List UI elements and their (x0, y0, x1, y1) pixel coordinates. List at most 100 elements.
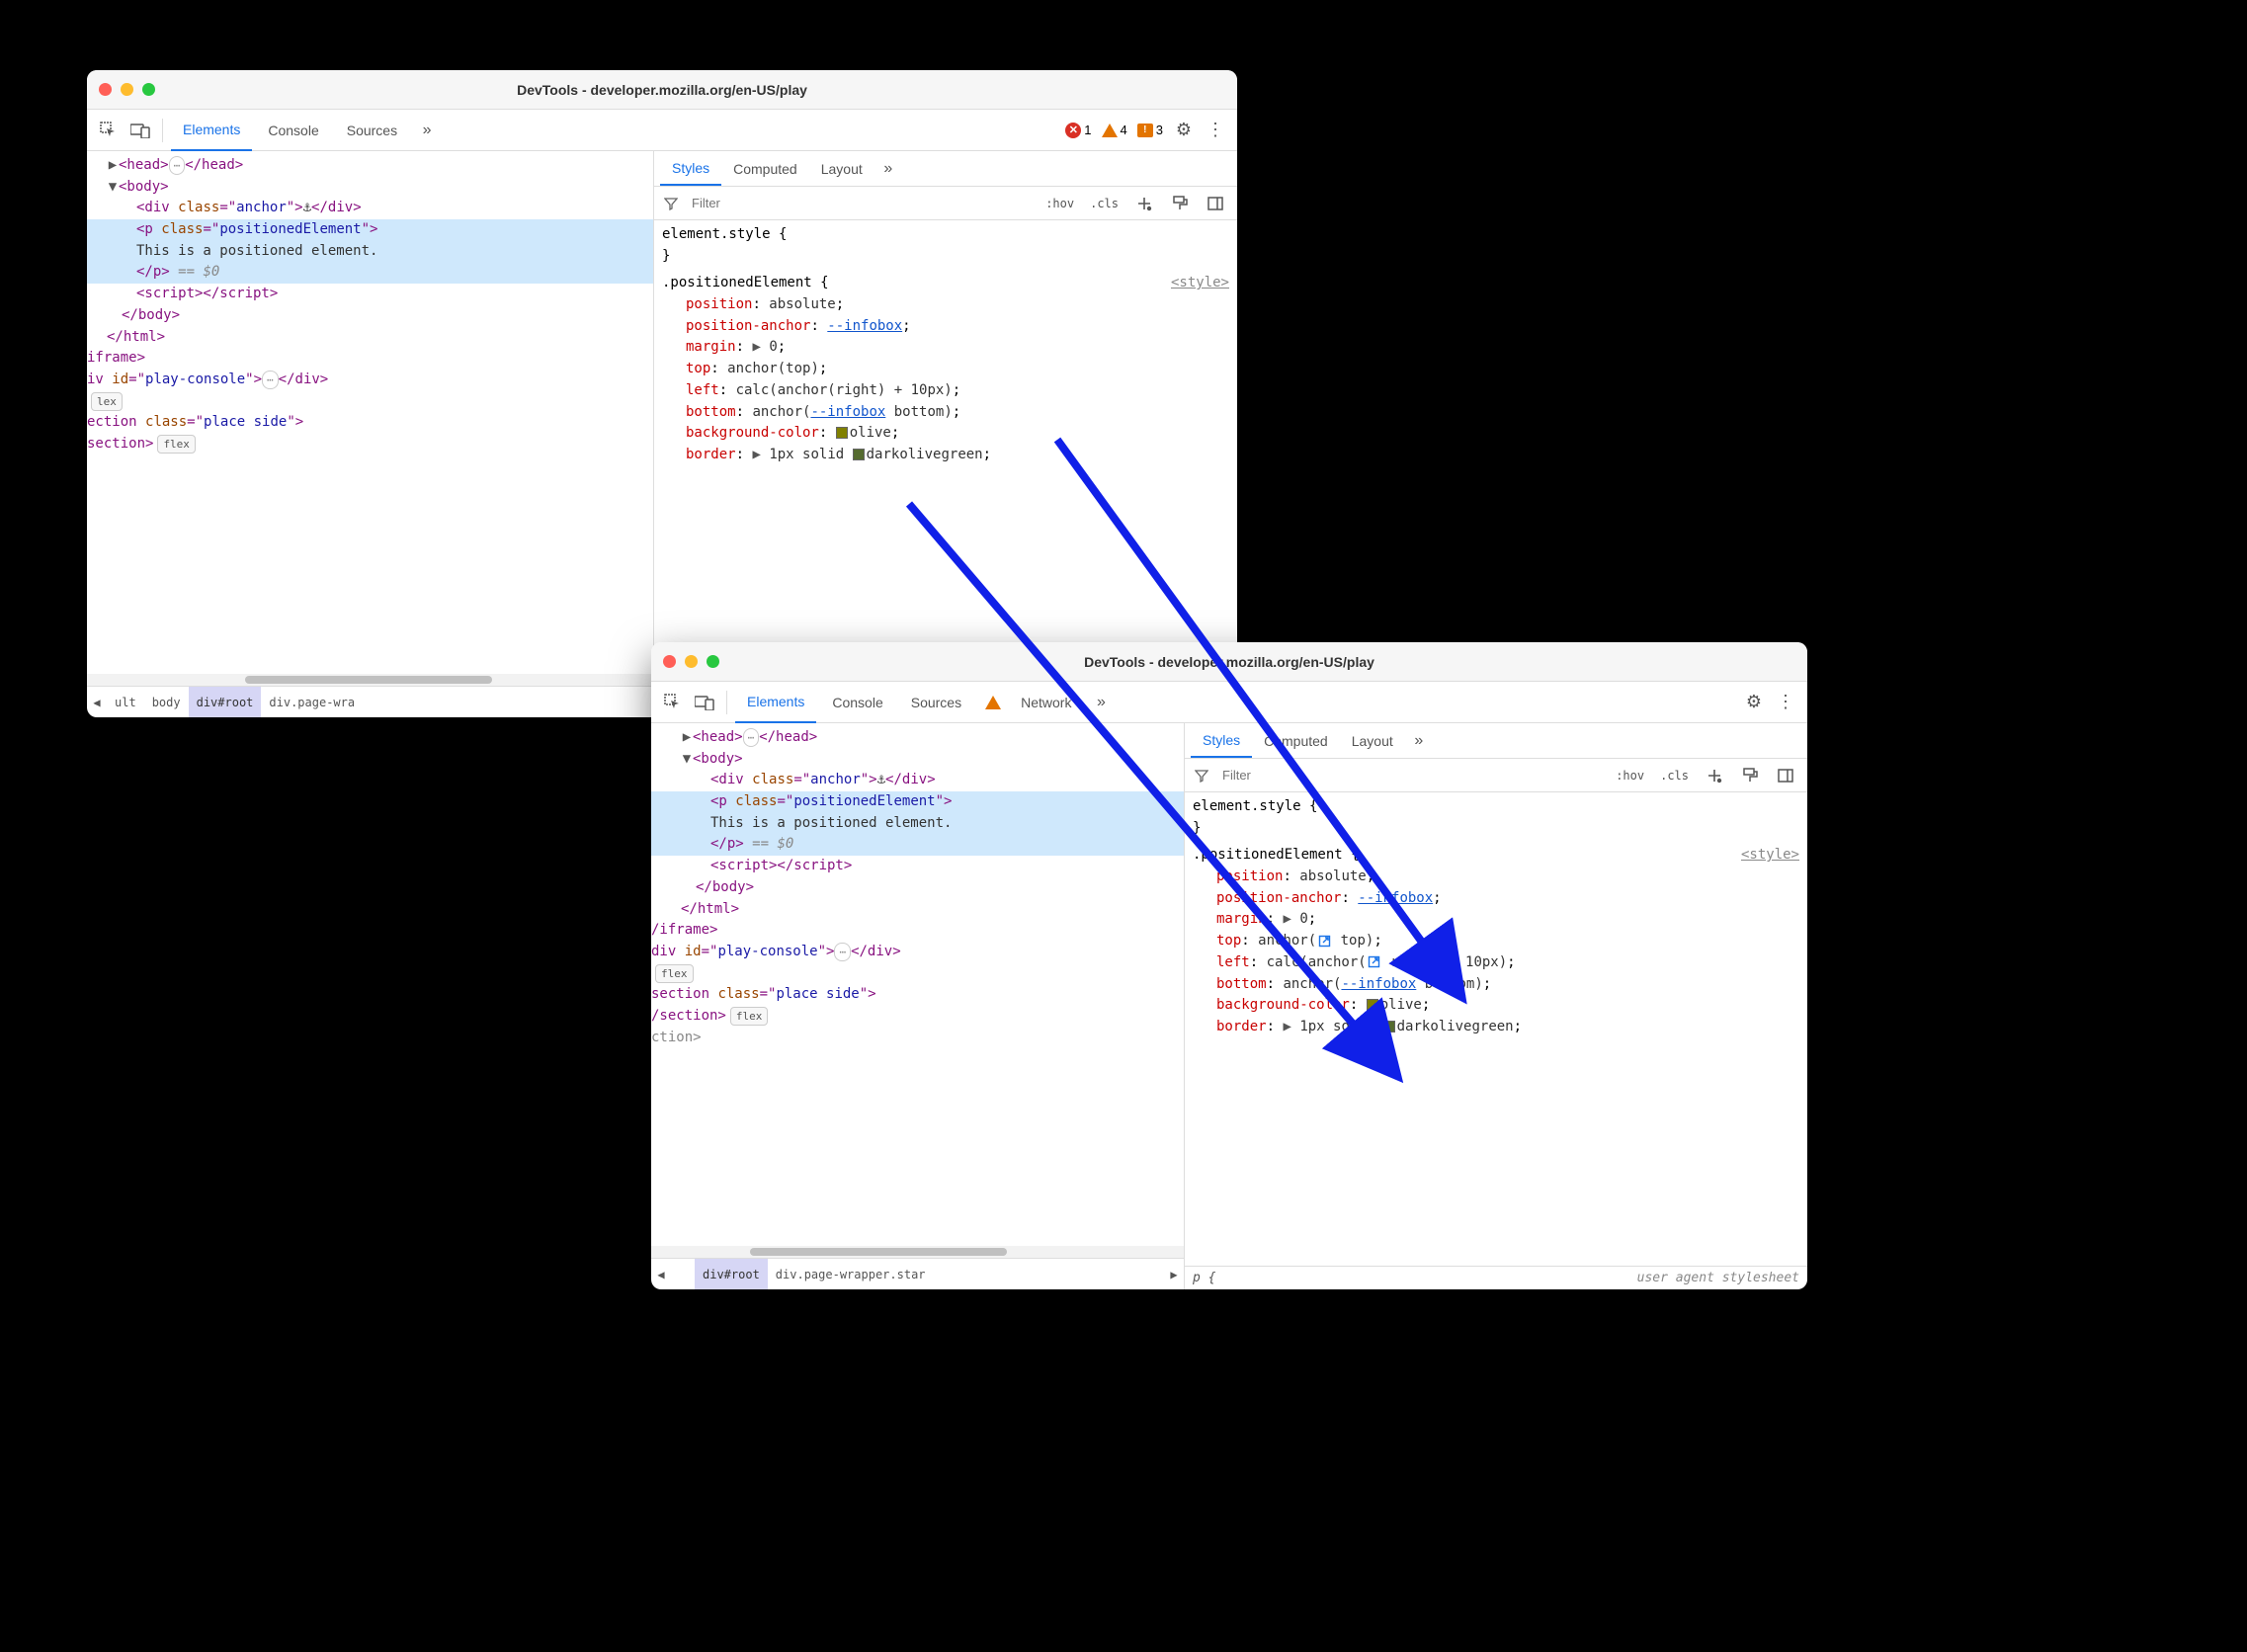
dom-tree[interactable]: ▶<head>⋯</head> ▼<body> <div class="anch… (651, 723, 1184, 1246)
subtab-layout[interactable]: Layout (809, 151, 874, 186)
crumb-item[interactable]: div.page-wrapper.star (768, 1259, 934, 1289)
more-tabs-icon[interactable]: » (1087, 689, 1115, 716)
titlebar[interactable]: DevTools - developer.mozilla.org/en-US/p… (87, 70, 1237, 110)
dom-node-iframe-close[interactable]: /iframe> (651, 920, 1184, 942)
css-rule[interactable]: border: ▶ 1px solid darkolivegreen; (662, 445, 1229, 466)
ellipsis-icon[interactable]: ⋯ (262, 371, 279, 389)
more-subtabs-icon[interactable]: » (1405, 727, 1433, 755)
more-menu-icon[interactable]: ⋮ (1202, 117, 1229, 144)
dom-node-html-close[interactable]: </html> (87, 327, 653, 349)
ellipsis-icon[interactable]: ⋯ (169, 156, 186, 175)
new-rule-icon[interactable] (1130, 190, 1158, 217)
panel-layout-icon[interactable] (1772, 762, 1799, 789)
dom-node-script[interactable]: <script></script> (651, 856, 1184, 877)
css-var-link[interactable]: --infobox (1358, 890, 1433, 906)
tab-console[interactable]: Console (256, 110, 330, 151)
css-rule[interactable]: bottom: anchor(--infobox bottom); (662, 402, 1229, 424)
dom-node-section[interactable]: ection class="place side"> (87, 412, 653, 434)
css-rule[interactable]: bottom: anchor(--infobox bottom); (1193, 974, 1799, 996)
titlebar[interactable]: DevTools - developer.mozilla.org/en-US/p… (651, 642, 1807, 682)
css-var-link[interactable]: --infobox (810, 404, 885, 420)
color-swatch-icon[interactable] (1367, 999, 1378, 1011)
crumb-prev-icon[interactable]: ◀ (651, 1268, 671, 1281)
inspect-icon[interactable] (95, 117, 123, 144)
panel-layout-icon[interactable] (1202, 190, 1229, 217)
dom-node-p-selected[interactable]: <p class="positionedElement"> (651, 791, 1184, 813)
subtab-computed[interactable]: Computed (721, 151, 809, 186)
dom-node-head[interactable]: ▶<head>⋯</head> (651, 727, 1184, 749)
dom-node-script[interactable]: <script></script> (87, 284, 653, 305)
css-var-link[interactable]: --infobox (827, 318, 902, 334)
crumb-item[interactable]: ult (107, 687, 144, 717)
dom-node-div-anchor[interactable]: <div class="anchor">⚓︎</div> (87, 198, 653, 219)
element-style-rule[interactable]: element.style { (1193, 796, 1799, 818)
horizontal-scrollbar[interactable] (651, 1246, 1184, 1258)
rule-selector[interactable]: <style>.positionedElement { (662, 273, 1229, 294)
tab-elements[interactable]: Elements (735, 682, 816, 723)
dom-node-head[interactable]: ▶<head>⋯</head> (87, 155, 653, 177)
styles-body[interactable]: element.style { } <style>.positionedElem… (1185, 792, 1807, 1266)
paint-icon[interactable] (1166, 190, 1194, 217)
dom-node-body-close[interactable]: </body> (651, 877, 1184, 899)
subtab-styles[interactable]: Styles (660, 151, 721, 186)
horizontal-scrollbar[interactable] (87, 674, 653, 686)
more-tabs-icon[interactable]: » (413, 117, 441, 144)
anchor-link-icon[interactable] (1367, 954, 1382, 970)
tab-sources[interactable]: Sources (899, 682, 973, 723)
dom-node-section-row[interactable]: section>flex (87, 434, 653, 455)
color-swatch-icon[interactable] (853, 449, 865, 460)
crumb-item-selected[interactable]: div#root (695, 1259, 768, 1289)
css-rule[interactable]: top: anchor(top); (662, 359, 1229, 380)
color-swatch-icon[interactable] (1383, 1021, 1395, 1032)
ellipsis-icon[interactable]: ⋯ (834, 943, 851, 961)
css-rule[interactable]: margin: ▶ 0; (662, 337, 1229, 359)
cls-button[interactable]: .cls (1086, 197, 1123, 210)
subtab-layout[interactable]: Layout (1340, 723, 1405, 758)
tab-elements[interactable]: Elements (171, 110, 252, 151)
minimize-window-button[interactable] (685, 655, 698, 668)
css-rule[interactable]: top: anchor( top); (1193, 931, 1799, 952)
filter-input[interactable] (1218, 764, 1604, 786)
issues-badge[interactable]: !3 (1137, 123, 1163, 137)
dom-node-body[interactable]: ▼<body> (651, 749, 1184, 771)
close-window-button[interactable] (663, 655, 676, 668)
crumb-item[interactable]: div.page-wra (261, 687, 363, 717)
dom-node-p-text[interactable]: This is a positioned element. (87, 241, 653, 263)
css-rule[interactable]: margin: ▶ 0; (1193, 909, 1799, 931)
crumb-item-selected[interactable]: div#root (189, 687, 262, 717)
settings-icon[interactable]: ⚙ (1170, 117, 1198, 144)
dom-node-iframe-close[interactable]: iframe> (87, 348, 653, 370)
rule-selector[interactable]: <style>.positionedElement { (1193, 845, 1799, 867)
close-window-button[interactable] (99, 83, 112, 96)
style-source-link[interactable]: <style> (1171, 275, 1229, 290)
cls-button[interactable]: .cls (1656, 769, 1693, 783)
dom-node-play-console[interactable]: iv id="play-console">⋯</div> (87, 370, 653, 391)
tab-network[interactable]: Network (1009, 682, 1083, 723)
dom-node-html-close[interactable]: </html> (651, 899, 1184, 921)
css-rule[interactable]: position: absolute; (662, 294, 1229, 316)
dom-node-p-text[interactable]: This is a positioned element. (651, 813, 1184, 835)
inspect-icon[interactable] (659, 689, 687, 716)
minimize-window-button[interactable] (121, 83, 133, 96)
dom-node-body-close[interactable]: </body> (87, 305, 653, 327)
crumb-item[interactable]: body (144, 687, 189, 717)
new-rule-icon[interactable] (1701, 762, 1728, 789)
dom-node-section-open[interactable]: section class="place side"> (651, 984, 1184, 1006)
ellipsis-icon[interactable]: ⋯ (743, 728, 760, 747)
styles-body[interactable]: element.style { } <style>.positionedElem… (654, 220, 1237, 694)
dom-node-flex-pill[interactable]: flex (651, 963, 1184, 985)
element-style-rule[interactable]: element.style { (662, 224, 1229, 246)
warnings-badge[interactable]: 4 (1102, 123, 1127, 137)
css-rule[interactable]: background-color: olive; (1193, 995, 1799, 1017)
hov-button[interactable]: :hov (1612, 769, 1648, 783)
css-rule[interactable]: left: calc(anchor( right) + 10px); (1193, 952, 1799, 974)
dom-node-flex-pill[interactable]: lex (87, 391, 653, 413)
css-rule[interactable]: background-color: olive; (662, 423, 1229, 445)
errors-badge[interactable]: ✕1 (1065, 123, 1091, 138)
dom-node-play-console[interactable]: div id="play-console">⋯</div> (651, 942, 1184, 963)
css-rule[interactable]: left: calc(anchor(right) + 10px); (662, 380, 1229, 402)
dom-node-ction[interactable]: ction> (651, 1028, 1184, 1049)
dom-node-body[interactable]: ▼<body> (87, 177, 653, 199)
paint-icon[interactable] (1736, 762, 1764, 789)
css-rule[interactable]: position: absolute; (1193, 867, 1799, 888)
